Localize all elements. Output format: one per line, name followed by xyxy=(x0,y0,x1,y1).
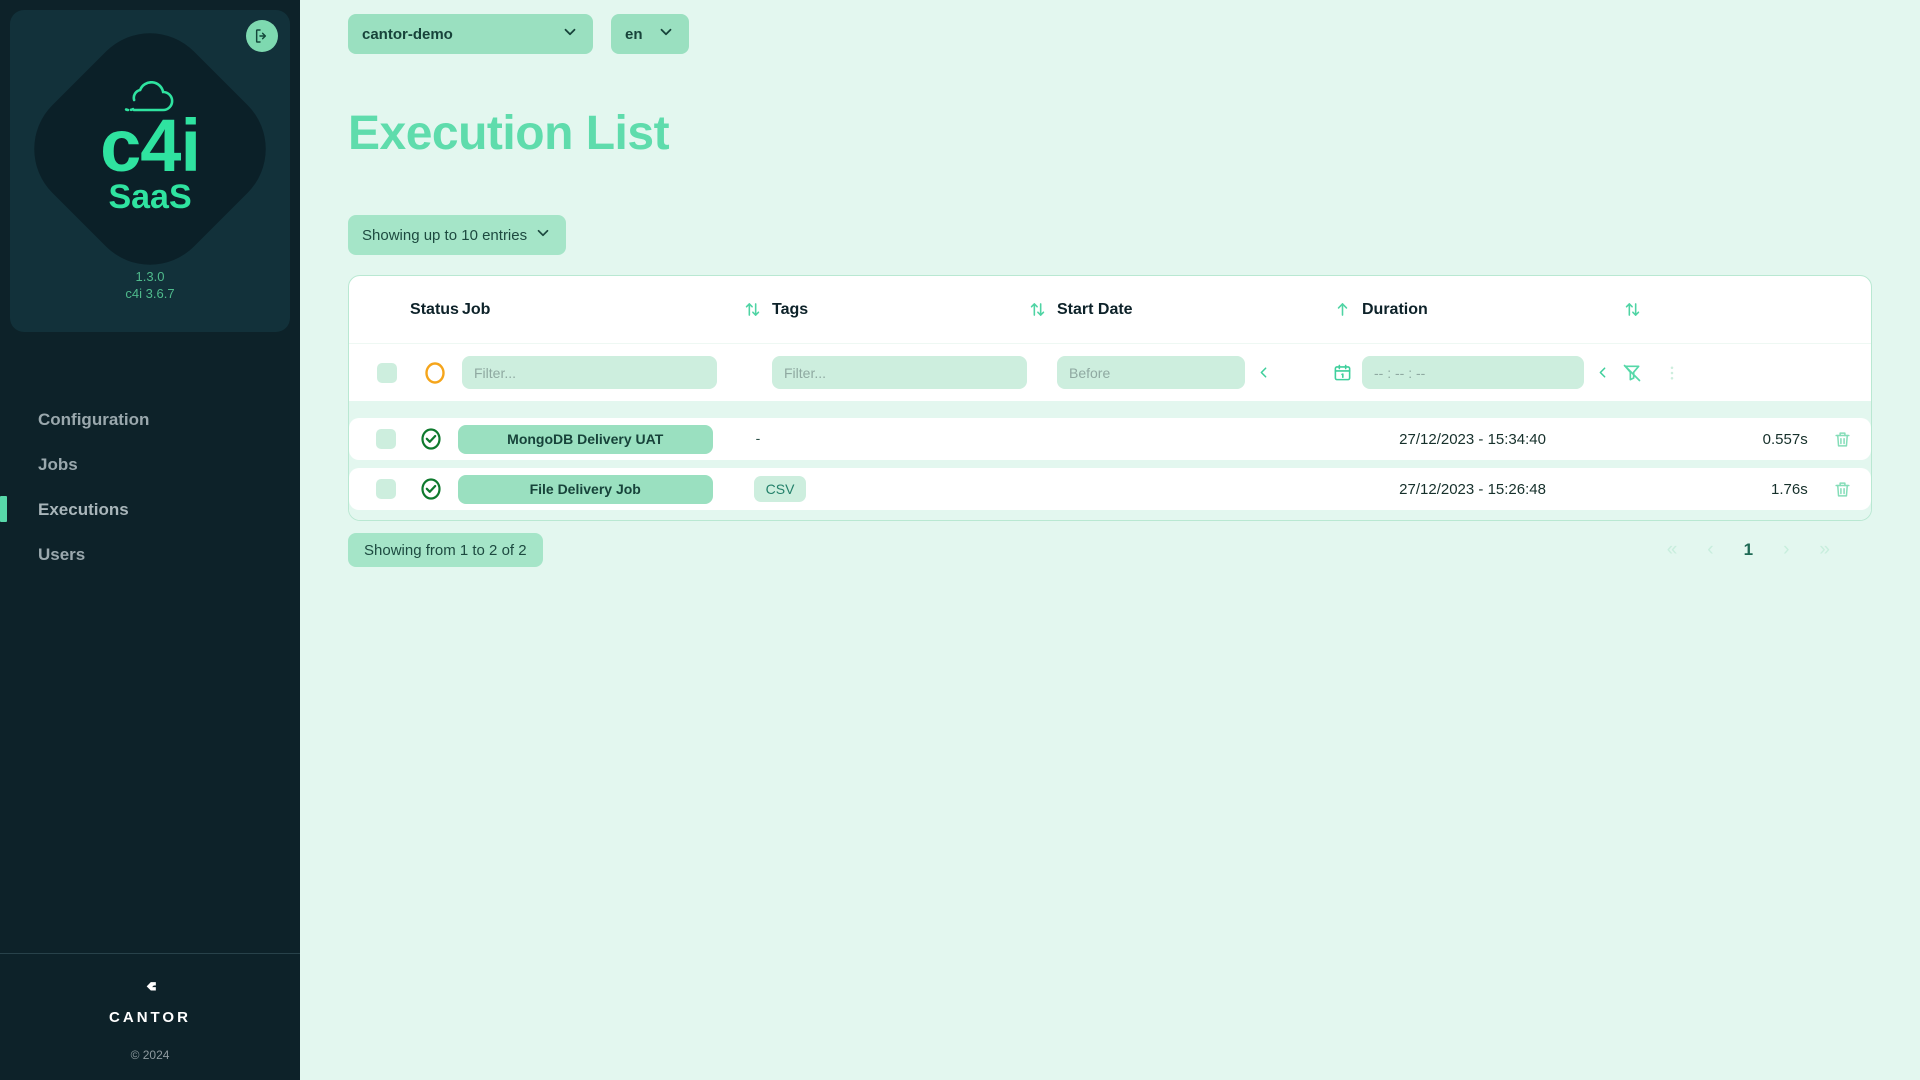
job-name-pill[interactable]: File Delivery Job xyxy=(457,474,713,504)
pagination-first-button[interactable]: « xyxy=(1667,539,1678,561)
date-filter-clear-icon[interactable] xyxy=(1255,364,1272,381)
sort-tags-icon[interactable] xyxy=(1017,300,1057,319)
row-checkbox[interactable] xyxy=(376,429,397,449)
sidebar-item-users[interactable]: Users xyxy=(0,532,300,577)
tag-badge[interactable]: CSV xyxy=(753,476,807,502)
table-filter-row xyxy=(349,343,1871,401)
header-start-date: Start Date xyxy=(1057,300,1133,318)
tags-filter-input[interactable] xyxy=(772,356,1027,389)
start-date-value: 27/12/2023 - 15:34:40 xyxy=(1399,430,1546,448)
sidebar-item-label: Jobs xyxy=(38,454,78,474)
job-name-pill[interactable]: MongoDB Delivery UAT xyxy=(457,424,713,454)
table-row[interactable]: MongoDB Delivery UAT - 27/12/2023 - 15:3… xyxy=(349,418,1871,460)
table-header-row: Status Job Tags Start Date Duration xyxy=(349,276,1871,343)
sort-duration-icon[interactable] xyxy=(1612,300,1652,319)
table-footer: Showing from 1 to 2 of 2 « ‹ 1 › » xyxy=(348,533,1872,567)
calendar-icon[interactable] xyxy=(1322,363,1362,382)
pagination: « ‹ 1 › » xyxy=(1667,539,1872,561)
pagination-prev-button[interactable]: ‹ xyxy=(1707,539,1713,561)
status-filter-icon[interactable] xyxy=(407,360,462,386)
date-filter-input[interactable] xyxy=(1057,356,1245,389)
showing-entries-label: Showing from 1 to 2 of 2 xyxy=(348,533,543,567)
logo-card: c4i SaaS 1.3.0 c4i 3.6.7 xyxy=(8,7,292,332)
executions-table: Status Job Tags Start Date Duration Filt… xyxy=(348,275,1872,521)
chevron-down-icon xyxy=(657,23,675,45)
row-options-menu-icon[interactable] xyxy=(1652,364,1692,382)
chevron-down-icon xyxy=(561,23,579,45)
sidebar-item-executions[interactable]: Executions xyxy=(0,487,300,532)
select-all-checkbox[interactable] xyxy=(377,362,397,383)
header-status: Status xyxy=(410,300,459,318)
logo-text-c4i: c4i xyxy=(100,104,200,188)
pagination-next-button[interactable]: › xyxy=(1783,539,1789,561)
header-job: Job xyxy=(462,300,491,318)
topbar: cantor-demo en xyxy=(348,14,1872,54)
row-checkbox[interactable] xyxy=(376,479,397,499)
clear-filters-icon[interactable] xyxy=(1612,363,1652,383)
language-select-value: en xyxy=(625,25,643,43)
delete-row-icon[interactable] xyxy=(1814,480,1871,499)
start-date-value: 27/12/2023 - 15:26:48 xyxy=(1399,480,1546,498)
time-filter-clear-icon[interactable] xyxy=(1594,364,1611,381)
logo-text-saas: SaaS xyxy=(108,178,192,217)
entries-per-page-select[interactable]: Showing up to 10 entries xyxy=(348,215,566,255)
app-version: 1.3.0 xyxy=(135,269,165,284)
sidebar: c4i SaaS 1.3.0 c4i 3.6.7 Configuration J… xyxy=(0,0,300,1080)
pagination-last-button[interactable]: » xyxy=(1819,539,1830,561)
chevron-down-icon xyxy=(534,224,552,246)
duration-value: 0.557s xyxy=(1762,430,1808,448)
sidebar-item-jobs[interactable]: Jobs xyxy=(0,442,300,487)
status-success-icon xyxy=(405,476,458,502)
logout-icon[interactable] xyxy=(246,20,278,52)
project-select[interactable]: cantor-demo xyxy=(348,14,593,54)
main-content: cantor-demo en Execution List Showing up… xyxy=(300,0,1920,1080)
table-body: MongoDB Delivery UAT - 27/12/2023 - 15:3… xyxy=(349,401,1871,520)
copyright-text: © 2024 xyxy=(130,1048,170,1062)
sidebar-footer: CANTOR © 2024 xyxy=(0,953,300,1080)
job-filter-input[interactable] xyxy=(462,356,717,389)
delete-row-icon[interactable] xyxy=(1814,430,1871,449)
cantor-wordmark: CANTOR xyxy=(109,1009,191,1026)
sidebar-item-configuration[interactable]: Configuration xyxy=(0,397,300,442)
logo-diamond: c4i SaaS xyxy=(8,7,292,291)
project-select-value: cantor-demo xyxy=(362,25,453,43)
header-tags: Tags xyxy=(772,300,809,318)
cantor-c-icon xyxy=(0,978,300,1003)
version-block: 1.3.0 c4i 3.6.7 xyxy=(125,267,174,301)
language-select[interactable]: en xyxy=(611,14,689,54)
sidebar-item-label: Executions xyxy=(38,499,129,519)
engine-version: c4i 3.6.7 xyxy=(125,286,175,301)
status-success-icon xyxy=(405,426,458,452)
pagination-page-1[interactable]: 1 xyxy=(1744,540,1753,560)
entries-select-value: Showing up to 10 entries xyxy=(362,226,528,244)
duration-value: 1.76s xyxy=(1771,480,1808,498)
sort-job-icon[interactable] xyxy=(732,300,772,319)
sidebar-nav: Configuration Jobs Executions Users xyxy=(0,397,300,577)
time-filter-input[interactable] xyxy=(1362,356,1584,389)
tags-value: - xyxy=(755,430,761,446)
sidebar-item-label: Configuration xyxy=(38,409,150,429)
sort-start-date-icon[interactable] xyxy=(1322,300,1362,319)
table-row[interactable]: File Delivery Job CSV 27/12/2023 - 15:26… xyxy=(349,468,1871,510)
header-duration: Duration xyxy=(1362,300,1428,318)
sidebar-item-label: Users xyxy=(38,544,86,564)
page-title: Execution List xyxy=(348,107,670,160)
